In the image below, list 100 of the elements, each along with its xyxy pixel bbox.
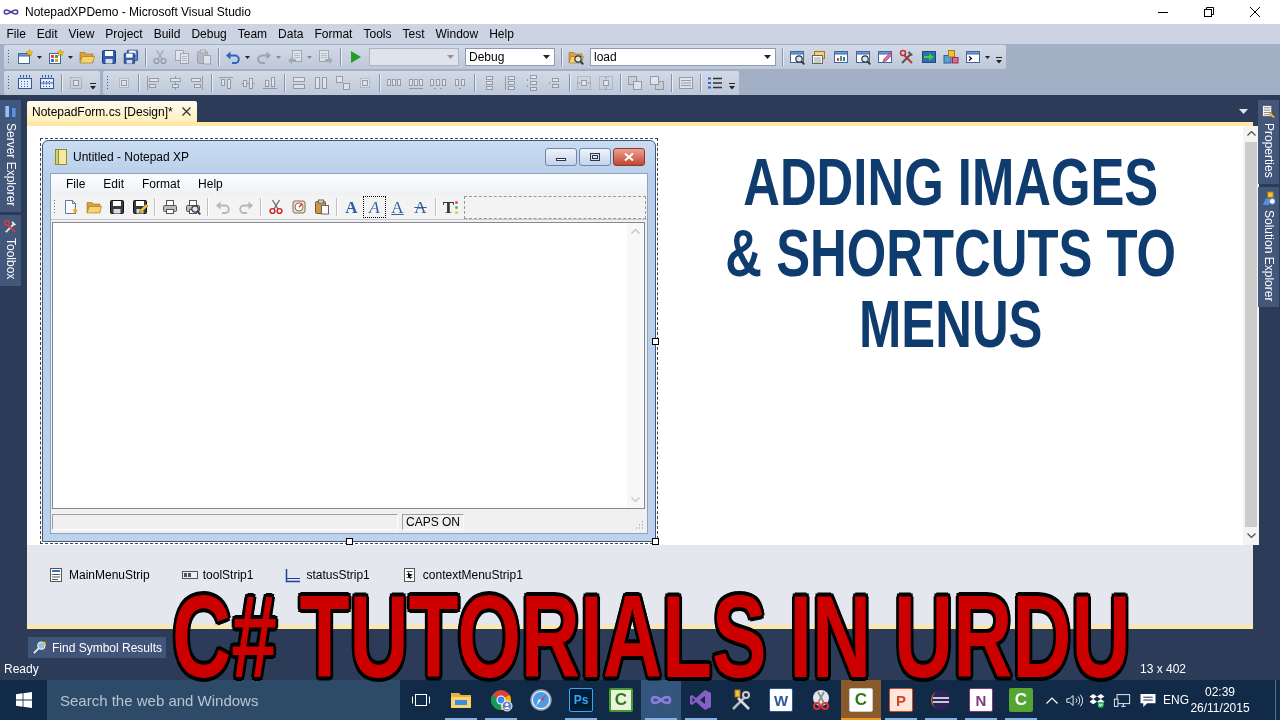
arrow-search-icon bbox=[32, 640, 47, 655]
tool-window-tab[interactable]: Find Symbol Results bbox=[28, 637, 167, 658]
center-vertical-icon bbox=[598, 75, 614, 91]
minimize-button[interactable] bbox=[545, 148, 577, 166]
toolstrip-button[interactable]: A bbox=[363, 196, 386, 218]
caret-icon bbox=[447, 55, 454, 59]
menu-item[interactable]: Team bbox=[232, 25, 273, 43]
video-title-heading: ADDING IMAGES & SHORTCUTS TO MENUS bbox=[725, 147, 1177, 360]
menu-item[interactable]: Window bbox=[430, 25, 484, 43]
menu-item[interactable]: Edit bbox=[31, 25, 64, 43]
align-bottom-icon bbox=[262, 75, 278, 91]
size-readout: 13 x 402 bbox=[1139, 662, 1186, 676]
toolstrip-button[interactable]: T bbox=[439, 196, 462, 218]
toolstrip-button[interactable]: A bbox=[386, 196, 409, 218]
status-text: Ready bbox=[4, 662, 39, 676]
status-label: CAPS ON bbox=[402, 514, 464, 530]
same-size-icon bbox=[335, 75, 351, 91]
folder-search-icon bbox=[568, 49, 584, 65]
side-tab[interactable]: Properties bbox=[1258, 100, 1279, 184]
menu-item[interactable]: Test bbox=[397, 25, 430, 43]
menu-item[interactable]: Edit bbox=[94, 175, 134, 193]
close-icon bbox=[624, 153, 634, 161]
restore-icon bbox=[1204, 7, 1214, 17]
message-icon bbox=[1139, 692, 1157, 708]
toolstrip-button[interactable]: A bbox=[409, 196, 432, 218]
overlapping-squares-icon bbox=[627, 75, 643, 91]
menu-item[interactable]: Debug bbox=[185, 25, 233, 43]
new-page-icon bbox=[62, 199, 79, 215]
printer-search-icon bbox=[184, 199, 201, 215]
grid-icon bbox=[17, 75, 33, 91]
side-tab[interactable]: Toolbox bbox=[0, 215, 21, 286]
align-top-icon bbox=[218, 75, 234, 91]
scissors-icon bbox=[152, 49, 168, 65]
square-frame-icon bbox=[68, 75, 84, 91]
numbered-list-icon bbox=[707, 75, 723, 91]
side-tab[interactable]: Solution Explorer bbox=[1258, 186, 1279, 308]
menu-item[interactable]: File bbox=[57, 175, 95, 193]
grid-icon bbox=[39, 75, 55, 91]
maximize-button[interactable] bbox=[579, 148, 611, 166]
window-search-icon bbox=[789, 49, 805, 65]
document-tab[interactable]: NotepadForm.cs [Design]* bbox=[27, 101, 197, 122]
menu-item[interactable]: File bbox=[1, 25, 32, 43]
menu-item[interactable]: Help bbox=[483, 25, 520, 43]
overflow-icon[interactable] bbox=[729, 82, 735, 90]
minimize-icon bbox=[556, 158, 566, 161]
undo-icon bbox=[225, 49, 241, 65]
caret-icon bbox=[543, 55, 550, 59]
overlapping-squares-icon bbox=[649, 75, 665, 91]
form-window[interactable]: Untitled - Notepad XP File Edit Format Help A A A A T CAPS ON bbox=[42, 140, 656, 542]
close-button[interactable] bbox=[613, 148, 645, 166]
close-icon[interactable] bbox=[181, 107, 191, 116]
floppy-pencil-icon bbox=[131, 199, 148, 215]
clock[interactable]: 02:39 26/11/2015 bbox=[1190, 680, 1250, 720]
menu-item[interactable]: Data bbox=[272, 25, 309, 43]
menu-item[interactable]: Build bbox=[148, 25, 186, 43]
resize-grip-icon[interactable] bbox=[634, 520, 644, 530]
terminal-icon bbox=[965, 49, 981, 65]
menu-item[interactable]: Tools bbox=[357, 25, 397, 43]
caret-icon[interactable] bbox=[245, 55, 250, 59]
resize-handle[interactable] bbox=[346, 538, 353, 545]
caret-icon bbox=[764, 55, 771, 59]
component-label[interactable]: MainMenuStrip bbox=[69, 568, 150, 582]
menu-item[interactable]: Format bbox=[308, 25, 358, 43]
printer-icon bbox=[161, 199, 178, 215]
boxes-icon bbox=[943, 49, 959, 65]
hammer-wrench-icon bbox=[3, 219, 18, 235]
caret-icon[interactable] bbox=[37, 55, 42, 59]
side-tab[interactable]: Server Explorer bbox=[0, 100, 21, 213]
scissors-icon bbox=[267, 199, 284, 215]
align-right-icon bbox=[189, 75, 205, 91]
same-height-icon bbox=[313, 75, 329, 91]
infinity-icon bbox=[3, 8, 19, 16]
align-left-icon bbox=[145, 75, 161, 91]
scrollbar-thumb[interactable] bbox=[1245, 142, 1258, 527]
menu-item[interactable]: Format bbox=[133, 175, 190, 193]
caret-icon[interactable] bbox=[985, 55, 990, 59]
resize-handle[interactable] bbox=[652, 338, 659, 345]
window-title: NotepadXPDemo - Microsoft Visual Studio bbox=[25, 5, 252, 19]
menu-item[interactable]: Project bbox=[99, 25, 149, 43]
vertical-scrollbar[interactable] bbox=[1243, 126, 1260, 545]
chevron-up-icon[interactable] bbox=[1246, 131, 1256, 136]
language-indicator[interactable]: ENG bbox=[1162, 680, 1190, 720]
resize-handle[interactable] bbox=[652, 538, 659, 545]
toolstrip-button[interactable]: A bbox=[340, 196, 363, 218]
overflow-icon[interactable] bbox=[90, 82, 96, 90]
page-arrow-icon bbox=[318, 49, 334, 65]
server-icon bbox=[3, 104, 18, 119]
new-item-placeholder[interactable] bbox=[464, 196, 646, 219]
arrow-box-icon bbox=[921, 49, 937, 65]
floppy-icon bbox=[101, 49, 117, 65]
menu-item[interactable]: View bbox=[63, 25, 100, 43]
caret-icon[interactable] bbox=[1239, 109, 1248, 114]
menu-list-icon bbox=[48, 567, 64, 583]
overflow-icon[interactable] bbox=[996, 56, 1002, 64]
menu-item[interactable]: Help bbox=[189, 175, 232, 193]
form-title: Untitled - Notepad XP bbox=[73, 150, 191, 164]
caret-icon[interactable] bbox=[68, 55, 73, 59]
chevron-down-icon[interactable] bbox=[1246, 533, 1256, 538]
dropdown-field[interactable]: load bbox=[590, 48, 776, 66]
dropdown-field[interactable]: Debug bbox=[465, 48, 555, 66]
